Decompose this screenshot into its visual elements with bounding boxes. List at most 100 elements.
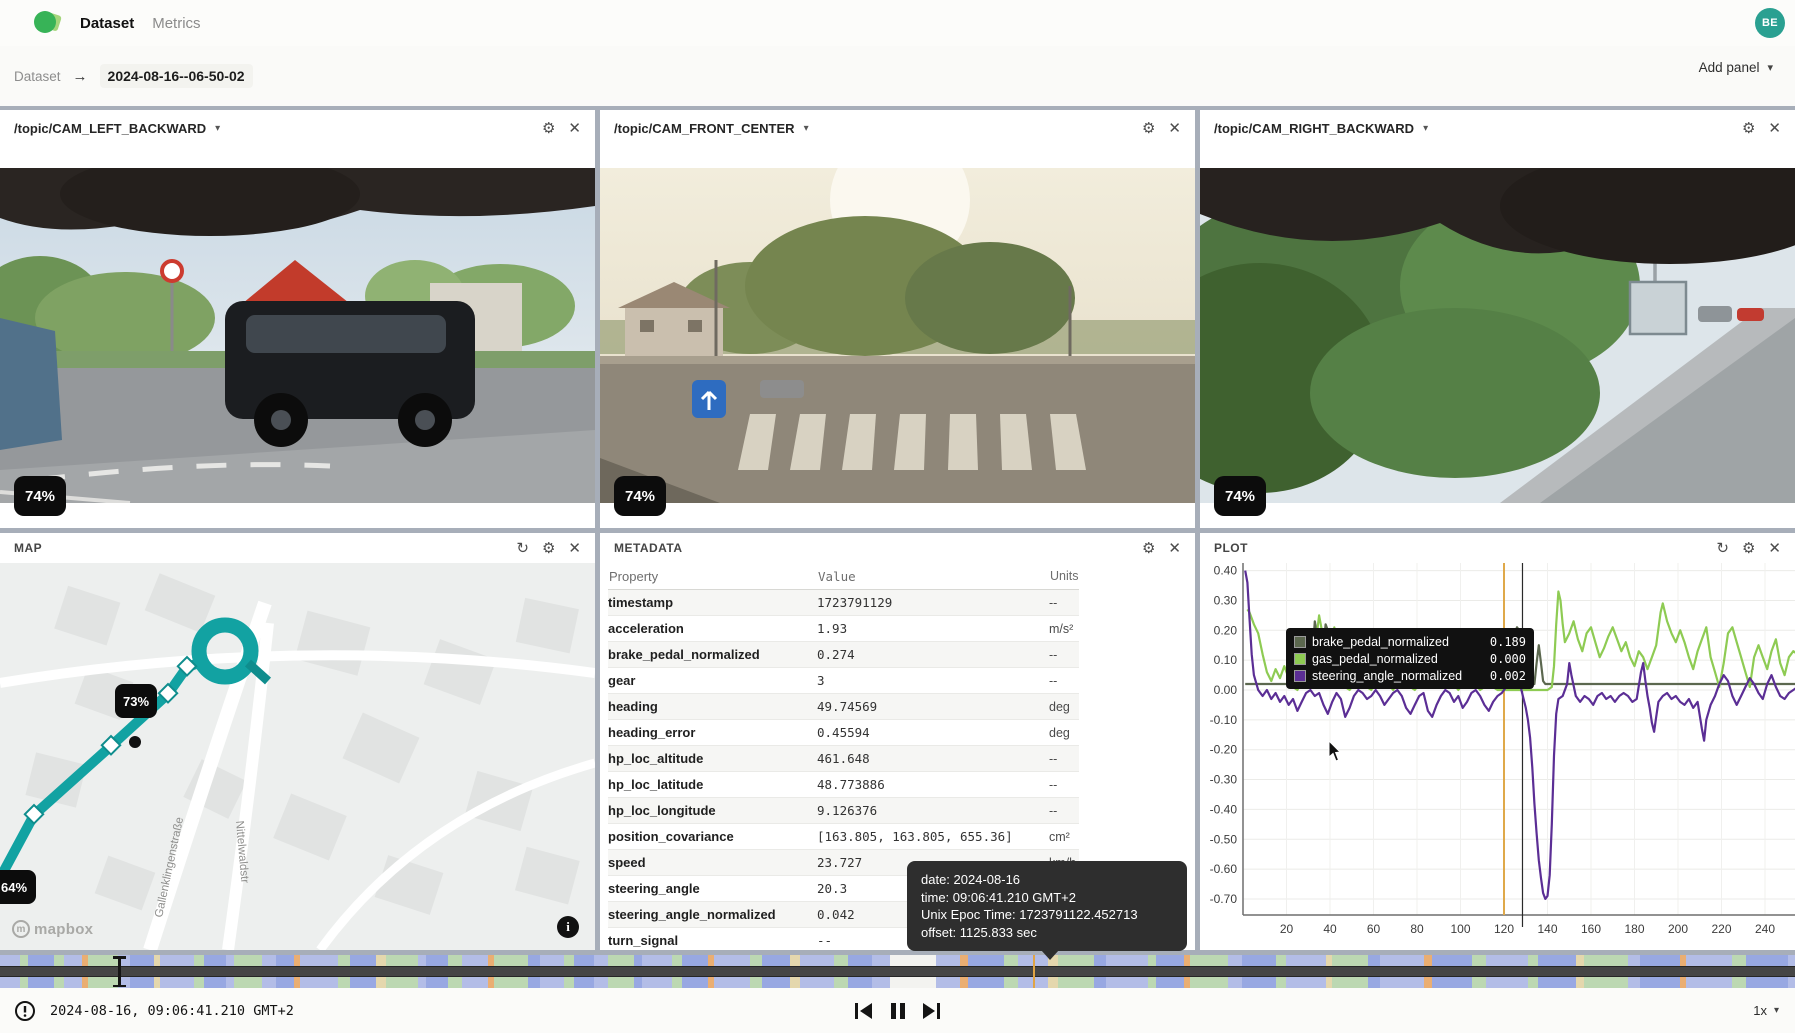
status-badge: 74%: [1214, 476, 1266, 516]
close-icon[interactable]: ✕: [1768, 121, 1781, 136]
mapbox-attribution[interactable]: m mapbox: [12, 920, 93, 938]
svg-text:180: 180: [1624, 922, 1644, 936]
panel-title: METADATA: [614, 541, 683, 555]
refresh-icon[interactable]: ↻: [1716, 541, 1729, 556]
svg-text:0.40: 0.40: [1214, 564, 1238, 578]
plot-hover-legend: brake_pedal_normalized0.189gas_pedal_nor…: [1286, 628, 1534, 689]
playback-bar: 2024-08-16, 09:06:41.210 GMT+2 1x ▾: [0, 988, 1795, 1033]
chevron-down-icon: ▾: [804, 123, 809, 134]
table-row: hp_loc_longitude9.126376--: [608, 798, 1079, 824]
close-icon[interactable]: ✕: [1168, 121, 1181, 136]
add-panel-button[interactable]: Add panel ▾: [1699, 60, 1773, 75]
timeline-playhead[interactable]: [1033, 955, 1035, 988]
svg-text:-0.30: -0.30: [1210, 773, 1238, 787]
breadcrumb-arrow-icon: →: [73, 68, 88, 85]
current-position-dot: [129, 736, 141, 748]
chevron-down-icon: ▾: [1423, 123, 1428, 134]
svg-text:0.10: 0.10: [1214, 653, 1238, 667]
svg-text:-0.40: -0.40: [1210, 802, 1238, 816]
mapbox-icon: m: [12, 920, 30, 938]
gear-icon[interactable]: ⚙: [1142, 541, 1155, 556]
panel-cam-left-backward: /topic/CAM_LEFT_BACKWARD ▾ ⚙ ✕: [0, 110, 595, 528]
close-icon[interactable]: ✕: [568, 541, 581, 556]
plot-chart[interactable]: 0.400.300.200.100.00-0.10-0.20-0.30-0.40…: [1200, 563, 1795, 950]
timeline-hover-cursor[interactable]: [113, 956, 126, 987]
panel-title: PLOT: [1214, 541, 1248, 555]
close-icon[interactable]: ✕: [1768, 541, 1781, 556]
svg-text:40: 40: [1323, 922, 1337, 936]
tooltip-line: time: 09:06:41.210 GMT+2: [921, 889, 1173, 907]
svg-text:140: 140: [1537, 922, 1557, 936]
playback-speed-dropdown[interactable]: 1x ▾: [1753, 988, 1779, 1033]
gear-icon[interactable]: ⚙: [1142, 121, 1155, 136]
legend-swatch-icon: [1294, 636, 1306, 648]
table-row: hp_loc_latitude48.773886--: [608, 772, 1079, 798]
topic-selector[interactable]: /topic/CAM_RIGHT_BACKWARD ▾: [1214, 121, 1428, 136]
gear-icon[interactable]: ⚙: [1742, 121, 1755, 136]
camera-image: [0, 168, 595, 503]
map-canvas[interactable]: Gallenklingenstraße Nittelwaldstr: [0, 563, 595, 950]
skip-back-button[interactable]: [853, 1001, 875, 1021]
svg-text:-0.50: -0.50: [1210, 832, 1238, 846]
svg-text:220: 220: [1711, 922, 1731, 936]
legend-row: steering_angle_normalized0.002: [1294, 667, 1526, 684]
table-row: hp_loc_altitude461.648--: [608, 746, 1079, 772]
topic-selector[interactable]: /topic/CAM_LEFT_BACKWARD ▾: [14, 121, 220, 136]
chevron-down-icon: ▾: [215, 123, 220, 134]
table-row: heading49.74569deg: [608, 694, 1079, 720]
svg-text:0.00: 0.00: [1214, 683, 1238, 697]
tab-metrics[interactable]: Metrics: [152, 15, 200, 32]
close-icon[interactable]: ✕: [1168, 541, 1181, 556]
status-badge: 73%: [115, 684, 157, 718]
topic-selector[interactable]: /topic/CAM_FRONT_CENTER ▾: [614, 121, 809, 136]
svg-text:240: 240: [1755, 922, 1775, 936]
panel-plot: PLOT ↻ ⚙ ✕ 0.400.300.200.100.00-0.10-0.2…: [1200, 533, 1795, 950]
playback-speed-value: 1x: [1753, 1003, 1767, 1018]
timeline-scrubber[interactable]: [0, 955, 1795, 988]
breadcrumb-current[interactable]: 2024-08-16--06-50-02: [100, 64, 253, 88]
svg-text:160: 160: [1581, 922, 1601, 936]
svg-text:100: 100: [1450, 922, 1470, 936]
svg-text:20: 20: [1280, 922, 1294, 936]
gear-icon[interactable]: ⚙: [542, 541, 555, 556]
panel-map: MAP ↻ ⚙ ✕: [0, 533, 595, 950]
chevron-down-icon: ▾: [1767, 61, 1773, 74]
status-badge: 74%: [614, 476, 666, 516]
gear-icon[interactable]: ⚙: [542, 121, 555, 136]
table-row: timestamp1723791129--: [608, 590, 1079, 616]
breadcrumb-root[interactable]: Dataset: [14, 69, 61, 84]
svg-text:80: 80: [1410, 922, 1424, 936]
gear-icon[interactable]: ⚙: [1742, 541, 1755, 556]
skip-forward-button[interactable]: [921, 1001, 943, 1021]
map-info-button[interactable]: i: [557, 916, 579, 938]
panel-cam-right-backward: /topic/CAM_RIGHT_BACKWARD ▾ ⚙ ✕ 74%: [1200, 110, 1795, 528]
close-icon[interactable]: ✕: [568, 121, 581, 136]
series-steering_angle_normalized: [1245, 571, 1795, 899]
refresh-icon[interactable]: ↻: [516, 541, 529, 556]
table-row: gear3--: [608, 668, 1079, 694]
timeline-center-band: [0, 966, 1795, 977]
legend-row: gas_pedal_normalized0.000: [1294, 650, 1526, 667]
column-header: Units: [1049, 563, 1079, 590]
pause-button[interactable]: [887, 1001, 909, 1021]
svg-text:120: 120: [1494, 922, 1514, 936]
add-panel-label: Add panel: [1699, 60, 1760, 75]
legend-swatch-icon: [1294, 670, 1306, 682]
camera-image: [600, 168, 1195, 503]
table-row: position_covariance[163.805, 163.805, 65…: [608, 824, 1079, 850]
status-badge: 74%: [14, 476, 66, 516]
svg-text:-0.60: -0.60: [1210, 862, 1238, 876]
legend-row: brake_pedal_normalized0.189: [1294, 633, 1526, 650]
topic-label: /topic/CAM_LEFT_BACKWARD: [14, 121, 206, 136]
tooltip-arrow: [1041, 950, 1059, 960]
topic-label: /topic/CAM_RIGHT_BACKWARD: [1214, 121, 1414, 136]
avatar[interactable]: BE: [1755, 8, 1785, 38]
breadcrumb: Dataset → 2024-08-16--06-50-02 Add panel…: [0, 46, 1795, 106]
svg-text:60: 60: [1367, 922, 1381, 936]
table-row: brake_pedal_normalized0.274--: [608, 642, 1079, 668]
status-badge: 64%: [0, 870, 36, 904]
chevron-down-icon: ▾: [1774, 1005, 1779, 1016]
svg-text:-0.70: -0.70: [1210, 892, 1238, 906]
tab-dataset[interactable]: Dataset: [80, 15, 134, 32]
svg-text:-0.10: -0.10: [1210, 713, 1238, 727]
